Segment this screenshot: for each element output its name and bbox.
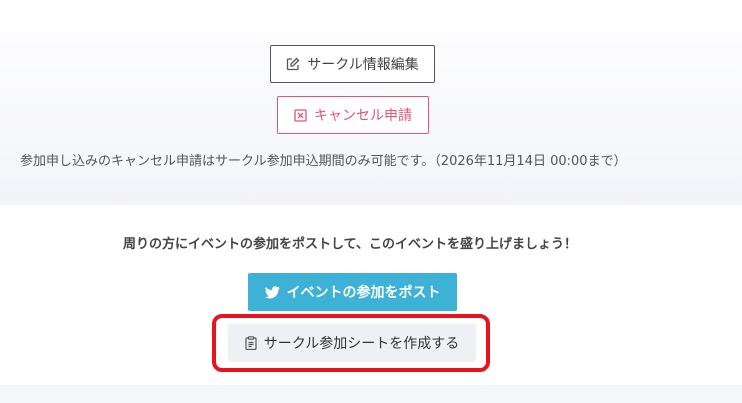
post-participation-button[interactable]: イベントの参加をポスト <box>248 273 457 311</box>
create-participation-sheet-label: サークル参加シートを作成する <box>263 336 460 352</box>
clipboard-icon <box>245 336 257 350</box>
twitter-bird-icon <box>264 285 280 299</box>
edit-circle-info-button[interactable]: サークル情報編集 <box>270 45 435 83</box>
cancel-request-label: キャンセル申請 <box>314 108 412 124</box>
share-section: 周りの方にイベントの参加をポストして、このイベントを盛り上げましょう！ イベント… <box>0 205 742 385</box>
edit-icon <box>286 57 300 71</box>
edit-circle-info-label: サークル情報編集 <box>307 57 419 73</box>
close-box-icon <box>294 108 307 122</box>
create-participation-sheet-button[interactable]: サークル参加シートを作成する <box>228 324 476 362</box>
circle-actions-section: サークル情報編集 キャンセル申請 参加申し込みのキャンセル申請はサークル参加申込… <box>0 0 742 205</box>
share-message: 周りの方にイベントの参加をポストして、このイベントを盛り上げましょう！ <box>123 237 577 252</box>
cancel-notice-text: 参加申し込みのキャンセル申請はサークル参加申込期間のみ可能です。（2026年11… <box>20 154 627 169</box>
post-participation-label: イベントの参加をポスト <box>286 285 441 301</box>
cancel-request-button[interactable]: キャンセル申請 <box>277 96 429 134</box>
